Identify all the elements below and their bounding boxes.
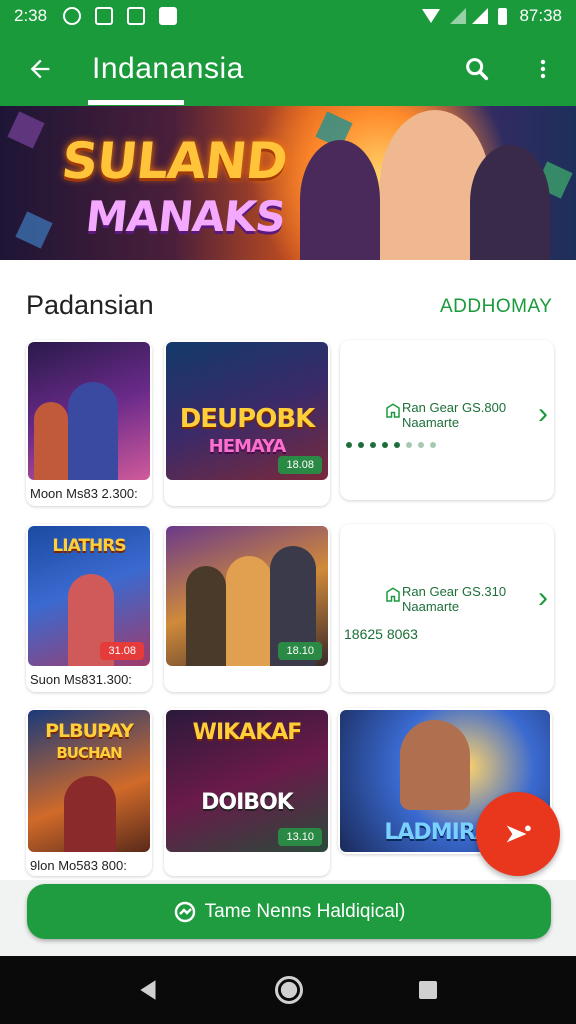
signal-icon-2 (472, 8, 489, 24)
game-card[interactable]: WIKAKAF DOIBOK 13.10 (164, 708, 330, 876)
banner-character (470, 145, 550, 260)
game-thumbnail: DEUPOBK HEMAYA 18.08 (166, 342, 328, 480)
hero-banner[interactable]: SULAND MANAKS (0, 106, 576, 260)
back-button[interactable] (0, 32, 80, 106)
character-figure (34, 402, 68, 480)
chevron-right-icon[interactable]: › (538, 583, 548, 613)
price-badge: 18.10 (278, 642, 322, 660)
character-figure (64, 776, 116, 852)
game-caption: Suon Ms831.300: (30, 672, 132, 687)
game-thumbnail: LIATHRS 31.08 (28, 526, 150, 666)
info-text: Ran Gear GS.800 Naamarte (402, 400, 506, 430)
notification-icon (63, 7, 82, 25)
character-figure (400, 720, 470, 810)
character-figure (226, 556, 272, 666)
status-time: 2:38 (14, 6, 48, 25)
game-art-title: WIKAKAF (192, 720, 303, 745)
banner-cube (15, 211, 53, 249)
game-art-subtitle: BUCHAN (56, 744, 122, 762)
notification-icon-2 (95, 7, 114, 25)
back-arrow-icon (30, 59, 50, 79)
game-card[interactable]: DEUPOBK HEMAYA 18.08 (164, 340, 330, 506)
game-thumbnail: PLBUPAY BUCHAN (28, 710, 150, 852)
game-art-title: DEUPOBK (179, 404, 316, 434)
section-title: Padansian (26, 290, 154, 320)
game-icon (386, 587, 400, 602)
chevron-right-icon[interactable]: › (538, 399, 548, 429)
nav-recents-icon[interactable] (416, 978, 440, 1002)
price-badge: 18.08 (278, 456, 322, 474)
info-number: 18625 8063 (344, 626, 418, 642)
game-art-subtitle: DOIBOK (201, 790, 294, 815)
game-art-title: PLBUPAY (45, 720, 134, 742)
game-thumbnail: 18.10 (166, 526, 328, 666)
notification-icon-4 (159, 7, 178, 25)
game-card[interactable]: PLBUPAY BUCHAN 9lon Mo583 800: (26, 708, 152, 876)
banner-subtitle: MANAKS (83, 192, 288, 241)
game-thumbnail: WIKAKAF DOIBOK 13.10 (166, 710, 328, 852)
tab-indicator (88, 100, 184, 105)
character-figure (186, 566, 226, 666)
info-card[interactable]: Ran Gear GS.800 Naamarte › (340, 340, 554, 500)
battery-icon (498, 7, 508, 25)
game-row: LIATHRS 31.08 Suon Ms831.300: 18.10 Ran … (24, 524, 554, 694)
page-dots (346, 442, 436, 448)
main-action-label: Tame Nenns Haldiqical) (204, 900, 406, 922)
game-icon (386, 403, 400, 418)
game-art-subtitle: HEMAYA (208, 436, 287, 457)
banner-cube (7, 111, 45, 149)
notification-icon-3 (127, 7, 146, 25)
more-vert-icon (540, 59, 546, 79)
game-row: Moon Ms83 2.300: DEUPOBK HEMAYA 18.08 Ra… (24, 340, 554, 510)
game-thumbnail (28, 342, 150, 480)
play-icon (506, 825, 531, 843)
system-nav-bar (0, 956, 576, 1024)
game-card[interactable]: Moon Ms83 2.300: (26, 340, 152, 506)
info-line-1: Ran Gear GS.310 (402, 584, 507, 599)
search-button[interactable] (444, 32, 510, 106)
price-badge: 31.08 (100, 642, 144, 660)
main-action-button[interactable]: Tame Nenns Haldiqical) (27, 884, 551, 939)
banner-character (300, 140, 380, 260)
wifi-icon (422, 9, 441, 23)
character-figure (68, 382, 118, 480)
info-line-2: Naamarte (402, 599, 460, 614)
price-badge: 13.10 (278, 828, 322, 846)
more-button[interactable] (510, 32, 576, 106)
app-bar: Indanansia (0, 32, 576, 106)
status-right-time: 87:38 (519, 6, 562, 25)
banner-title: SULAND (58, 132, 290, 190)
info-line-2: Naamarte (402, 415, 460, 430)
app-title: Indanansia (92, 52, 244, 85)
nav-home-icon[interactable] (274, 975, 304, 1005)
game-art-title: LIATHRS (52, 536, 126, 556)
game-card[interactable]: 18.10 (164, 524, 330, 692)
play-fab-button[interactable] (476, 792, 560, 876)
signal-icon (450, 8, 467, 24)
info-card[interactable]: Ran Gear GS.310 Naamarte › 18625 8063 (340, 524, 554, 692)
search-icon (466, 58, 489, 81)
nav-back-icon[interactable] (136, 976, 162, 1004)
section-link[interactable]: ADDHOMAY (440, 296, 552, 318)
game-caption: Moon Ms83 2.300: (30, 486, 138, 501)
info-text: Ran Gear GS.310 Naamarte (402, 584, 506, 614)
status-bar: 2:38 87:38 (0, 0, 576, 32)
game-row: PLBUPAY BUCHAN 9lon Mo583 800: WIKAKAF D… (24, 708, 554, 878)
game-card[interactable]: LIATHRS 31.08 Suon Ms831.300: (26, 524, 152, 692)
info-line-1: Ran Gear GS.800 (402, 400, 507, 415)
sync-icon (174, 901, 195, 922)
game-caption: 9lon Mo583 800: (30, 858, 127, 873)
